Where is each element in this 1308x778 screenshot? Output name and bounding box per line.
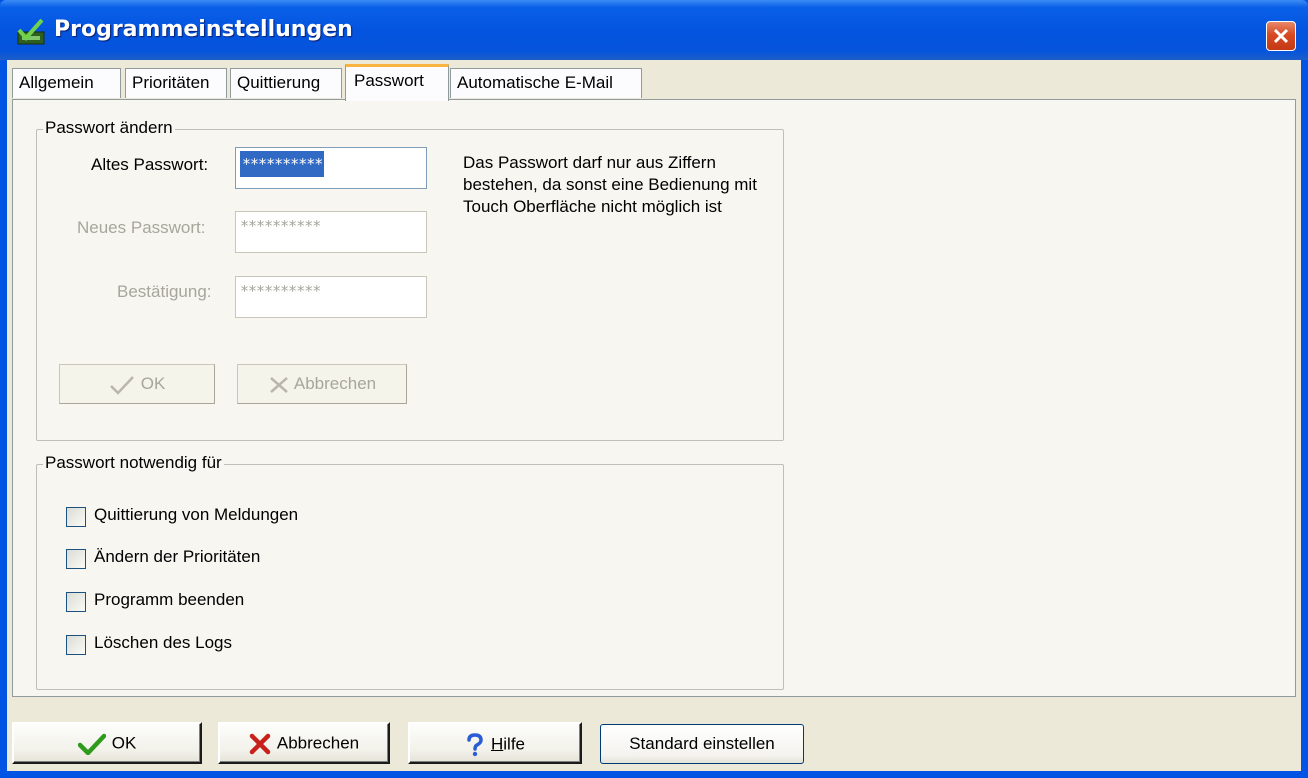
check-icon bbox=[77, 733, 106, 757]
tab-panel-passwort: Passwort ändern Altes Passwort: ********… bbox=[12, 99, 1296, 697]
new-password-label: Neues Passwort: bbox=[77, 218, 206, 237]
ok-button[interactable]: OK bbox=[12, 722, 202, 764]
cancel-button[interactable]: Abbrechen bbox=[218, 722, 390, 764]
password-hint-text: Das Passwort darf nur aus Ziffern besteh… bbox=[463, 153, 757, 216]
change-ok-button[interactable]: OK bbox=[59, 364, 215, 404]
help-question-icon bbox=[467, 733, 483, 757]
old-password-label: Altes Passwort: bbox=[91, 155, 209, 174]
group-passwort-notwendig: Passwort notwendig für bbox=[36, 453, 784, 690]
checkbox-box[interactable] bbox=[66, 635, 86, 655]
confirm-password-field[interactable]: ********** bbox=[235, 276, 427, 318]
tab-allgemein[interactable]: Allgemein bbox=[12, 68, 121, 98]
title-bar[interactable]: Programmeinstellungen bbox=[0, 0, 1308, 60]
new-password-field[interactable]: ********** bbox=[235, 211, 427, 253]
change-cancel-button[interactable]: Abbrechen bbox=[237, 364, 407, 404]
set-defaults-button[interactable]: Standard einstellen bbox=[600, 724, 804, 764]
dialog-button-bar: OK Abbrechen Hilfe Standard einstellen bbox=[12, 700, 1296, 768]
close-icon bbox=[1273, 28, 1289, 44]
app-check-icon bbox=[17, 18, 45, 45]
checkbox-box[interactable] bbox=[66, 507, 86, 527]
tab-automatische-email[interactable]: Automatische E-Mail bbox=[450, 68, 642, 98]
group-legend: Passwort notwendig für bbox=[43, 453, 224, 473]
checkbox-box[interactable] bbox=[66, 549, 86, 569]
confirm-password-label: Bestätigung: bbox=[117, 282, 212, 301]
close-button[interactable] bbox=[1266, 21, 1296, 51]
cross-icon bbox=[249, 733, 271, 755]
group-legend: Passwort ändern bbox=[43, 118, 175, 138]
tab-prioritaeten[interactable]: Prioritäten bbox=[125, 68, 227, 98]
help-button[interactable]: Hilfe bbox=[408, 722, 582, 764]
tab-quittierung[interactable]: Quittierung bbox=[230, 68, 342, 98]
check-icon bbox=[109, 375, 134, 395]
checkbox-box[interactable] bbox=[66, 592, 86, 612]
tab-passwort[interactable]: Passwort bbox=[345, 64, 449, 101]
cross-icon bbox=[270, 376, 288, 393]
old-password-field[interactable]: ********** bbox=[235, 147, 427, 189]
window-title: Programmeinstellungen bbox=[54, 17, 353, 42]
